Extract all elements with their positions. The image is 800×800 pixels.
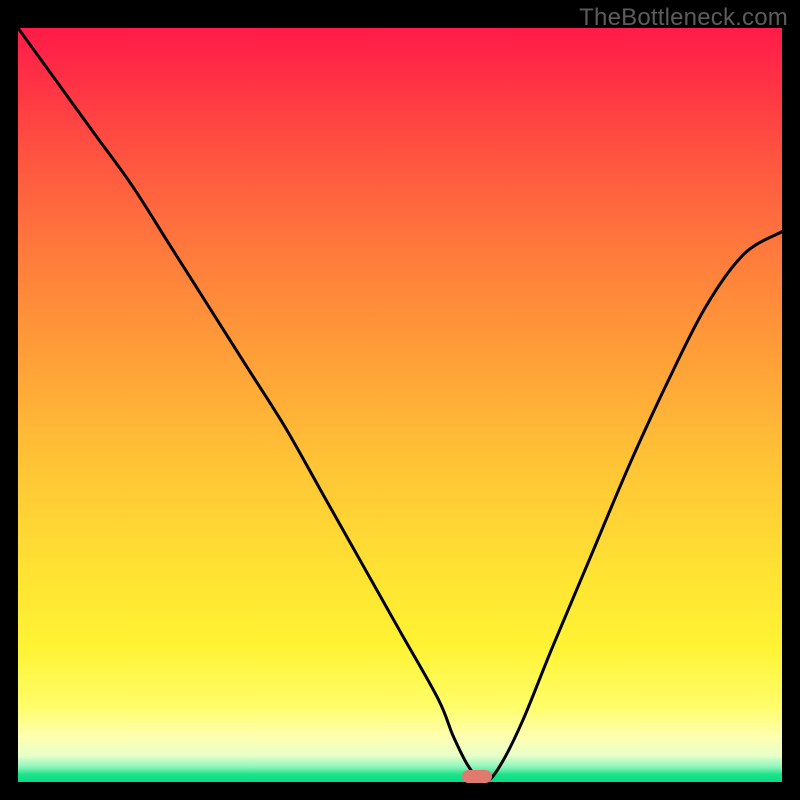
bottleneck-curve bbox=[18, 28, 782, 782]
chart-frame: TheBottleneck.com bbox=[0, 0, 800, 800]
plot-area bbox=[18, 28, 782, 782]
optimal-marker bbox=[462, 770, 492, 783]
